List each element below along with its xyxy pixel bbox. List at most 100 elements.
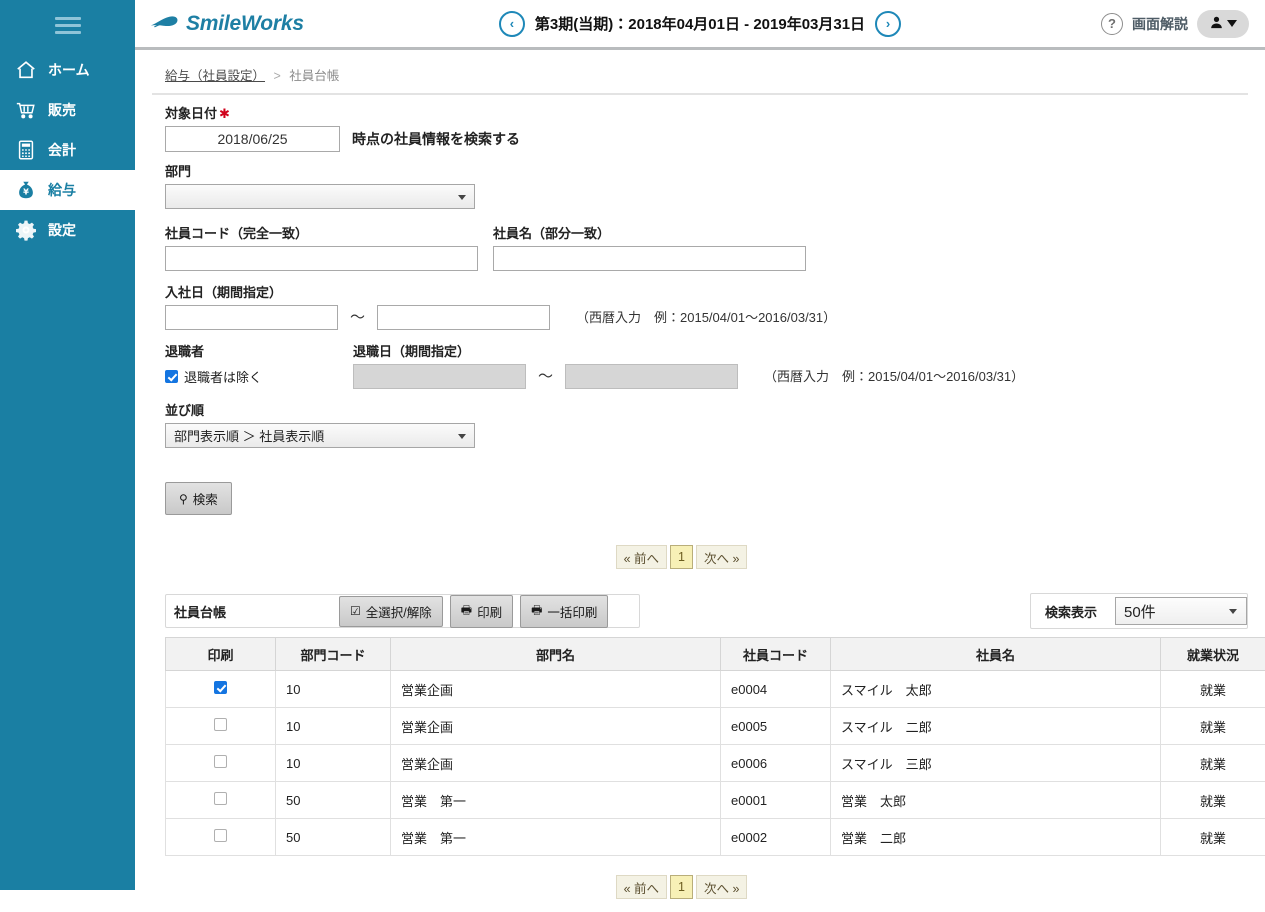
table-row[interactable]: 10 営業企画 e0004 スマイル 太郎 就業 — [165, 670, 1265, 708]
sidebar-item-home[interactable]: ホーム — [0, 50, 135, 90]
join-date-to-input[interactable] — [377, 305, 551, 330]
next-page-button[interactable]: 次へ » — [695, 875, 748, 899]
table-row[interactable]: 10 営業企画 e0006 スマイル 三郎 就業 — [165, 744, 1265, 782]
sort-order-select[interactable]: 部門表示順 ＞ 社員表示順 — [165, 423, 475, 448]
sidebar-item-sales[interactable]: 販売 — [0, 90, 135, 130]
hamburger-menu-button[interactable] — [0, 0, 135, 50]
join-date-label: 入社日（期間指定） — [165, 285, 283, 300]
column-header-status: 就業状況 — [1160, 637, 1265, 671]
row-print-cell[interactable] — [165, 818, 276, 856]
target-date-suffix: 時点の社員情報を検索する — [352, 131, 520, 147]
main-content: 給与（社員設定） > 社員台帳 対象日付✱ 時点の社員情報を検索する 部門 社員… — [135, 53, 1265, 912]
select-all-button[interactable]: ☑ 全選択/解除 — [339, 595, 443, 627]
employee-code-label: 社員コード（完全一致） — [165, 226, 309, 241]
table-body: 10 営業企画 e0004 スマイル 太郎 就業 10 営業企画 e0005 ス… — [165, 670, 1265, 856]
row-print-checkbox[interactable] — [214, 718, 227, 731]
row-print-cell[interactable] — [165, 670, 276, 708]
current-page-button[interactable]: 1 — [670, 875, 693, 899]
bulk-print-label: 一括印刷 — [547, 605, 598, 620]
row-dept-name: 営業企画 — [390, 707, 721, 745]
retire-row: 退職者は除く ～ （西暦入力 例：2015/04/01〜2016/03/31） — [165, 364, 1248, 389]
retire-date-to-input[interactable] — [565, 364, 739, 389]
row-dept-name: 営業企画 — [390, 744, 721, 782]
breadcrumb-parent-link[interactable]: 給与（社員設定） — [165, 69, 265, 83]
help-icon[interactable]: ? — [1101, 12, 1123, 35]
row-status: 就業 — [1160, 707, 1265, 745]
select-all-label: 全選択/解除 — [365, 605, 432, 620]
search-form: 対象日付✱ 時点の社員情報を検索する 部門 社員コード（完全一致） 社員名（部分… — [152, 103, 1248, 515]
join-date-tilde: ～ — [350, 309, 366, 326]
row-print-checkbox[interactable] — [214, 755, 227, 768]
exclude-retiree-checkbox-wrap[interactable]: 退職者は除く — [165, 364, 353, 389]
retiree-label: 退職者 — [165, 344, 205, 359]
hamburger-icon — [54, 13, 81, 38]
search-button[interactable]: ⚲ 検索 — [165, 482, 232, 515]
sort-order-label: 並び順 — [165, 403, 205, 418]
header-divider — [152, 93, 1248, 95]
print-button[interactable]: 🖶 印刷 — [449, 594, 514, 628]
retire-labels: 退職者 退職日（期間指定） — [165, 341, 1248, 364]
department-select[interactable] — [165, 184, 475, 209]
column-header-dept-name: 部門名 — [390, 637, 721, 671]
row-print-checkbox[interactable] — [214, 681, 227, 694]
calculator-icon — [14, 138, 38, 162]
target-date-input[interactable] — [165, 126, 340, 152]
home-icon — [14, 58, 38, 82]
sidebar: ホーム 販売 会計 ¥ 給与 設定 — [0, 0, 135, 890]
table-row[interactable]: 50 営業 第一 e0002 営業 二郎 就業 — [165, 818, 1265, 856]
svg-text:¥: ¥ — [23, 187, 29, 197]
row-dept-code: 50 — [275, 818, 391, 856]
search-display-control: 検索表示 50件 — [1029, 593, 1248, 629]
prev-page-button[interactable]: « 前へ — [615, 545, 668, 569]
table-row[interactable]: 10 営業企画 e0005 スマイル 二郎 就業 — [165, 707, 1265, 745]
user-menu-button[interactable] — [1197, 9, 1249, 38]
sidebar-nav: ホーム 販売 会計 ¥ 給与 設定 — [0, 50, 135, 250]
row-status: 就業 — [1160, 670, 1265, 708]
sidebar-item-label: 設定 — [48, 222, 76, 238]
bulk-print-button[interactable]: 🖶 一括印刷 — [520, 594, 609, 628]
row-dept-code: 10 — [275, 707, 391, 745]
chevron-down-icon — [458, 194, 466, 200]
row-emp-name: スマイル 二郎 — [830, 707, 1161, 745]
print-label: 印刷 — [477, 605, 503, 620]
chevron-down-icon — [458, 433, 466, 439]
exclude-retiree-checkbox[interactable] — [165, 370, 178, 383]
row-dept-name: 営業 第一 — [390, 818, 721, 856]
breadcrumb-separator: > — [273, 69, 281, 83]
sidebar-item-label: 会計 — [48, 142, 76, 158]
row-emp-code: e0001 — [720, 781, 831, 819]
row-print-checkbox[interactable] — [214, 792, 227, 805]
row-print-cell[interactable] — [165, 707, 276, 745]
code-name-inputs — [165, 246, 1248, 271]
row-emp-code: e0006 — [720, 744, 831, 782]
next-period-button[interactable]: › — [875, 10, 902, 37]
logo-text: SmileWorks — [186, 11, 304, 35]
join-date-from-input[interactable] — [165, 305, 338, 330]
row-print-cell[interactable] — [165, 744, 276, 782]
employee-code-input[interactable] — [165, 246, 478, 271]
table-row[interactable]: 50 営業 第一 e0001 営業 太郎 就業 — [165, 781, 1265, 819]
row-emp-name: スマイル 三郎 — [830, 744, 1161, 782]
sidebar-item-settings[interactable]: 設定 — [0, 210, 135, 250]
screen-help-link[interactable]: 画面解説 — [1132, 14, 1188, 34]
previous-period-button[interactable]: ‹ — [498, 10, 525, 37]
app-logo[interactable]: SmileWorks — [150, 12, 304, 36]
sidebar-item-payroll[interactable]: ¥ 給与 — [0, 170, 135, 210]
next-page-button[interactable]: 次へ » — [695, 545, 748, 569]
row-print-cell[interactable] — [165, 781, 276, 819]
row-emp-code: e0005 — [720, 707, 831, 745]
retire-date-from-input[interactable] — [353, 364, 526, 389]
row-emp-name: 営業 二郎 — [830, 818, 1161, 856]
current-page-button[interactable]: 1 — [670, 545, 693, 569]
row-print-checkbox[interactable] — [214, 829, 227, 842]
target-date-label: 対象日付 ✱ — [165, 106, 230, 121]
row-dept-code: 50 — [275, 781, 391, 819]
sidebar-item-accounting[interactable]: 会計 — [0, 130, 135, 170]
cart-icon — [14, 98, 38, 122]
row-dept-name: 営業企画 — [390, 670, 721, 708]
department-label: 部門 — [165, 164, 192, 179]
employee-name-input[interactable] — [493, 246, 806, 271]
prev-page-button[interactable]: « 前へ — [615, 875, 668, 899]
result-count-select[interactable]: 50件 — [1115, 597, 1247, 625]
exclude-retiree-label: 退職者は除く — [184, 370, 263, 385]
